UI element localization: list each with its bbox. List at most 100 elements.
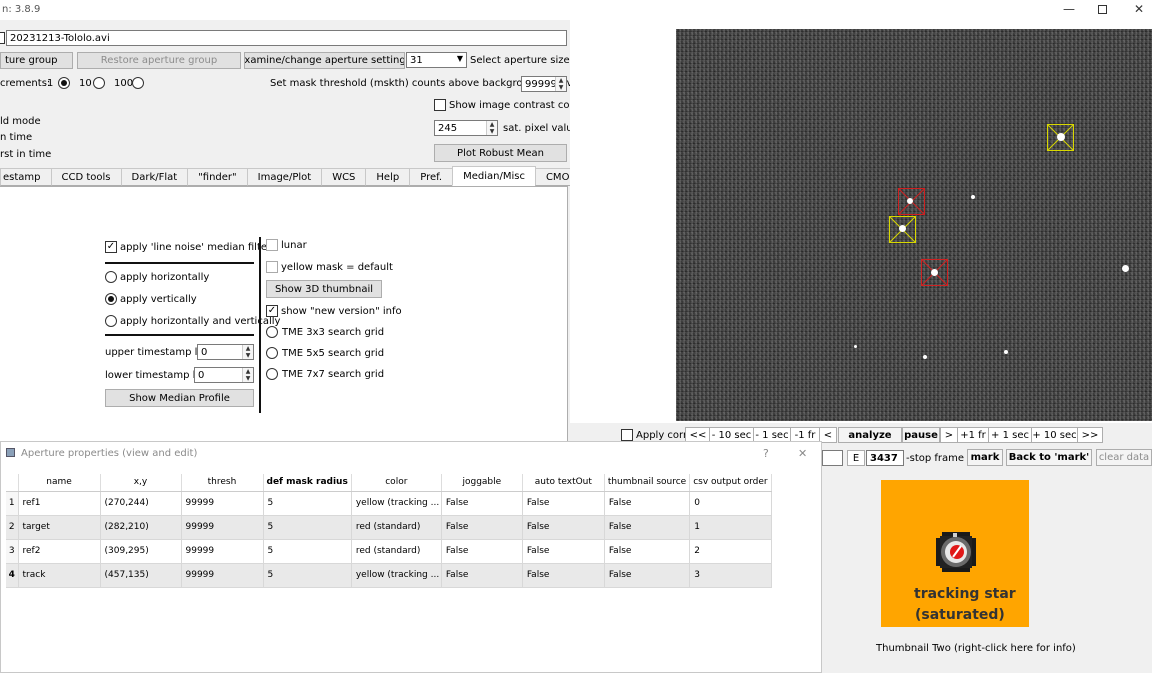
table-row[interactable]: 3 ref2 (309,295) 99999 5 red (standard) … [6, 539, 772, 564]
forward-1-frame-button[interactable]: +1 fr [957, 427, 989, 443]
analyze-button[interactable]: analyze [838, 427, 902, 443]
apply-horizontally-radio[interactable] [105, 271, 117, 283]
aperture-group-button[interactable]: ture group [0, 52, 73, 69]
increment-100-radio[interactable] [132, 77, 144, 89]
table-cell[interactable]: False [522, 515, 605, 540]
show-3d-thumbnail-button[interactable]: Show 3D thumbnail [266, 280, 382, 298]
column-header[interactable]: joggable [441, 474, 523, 492]
back-to-mark-button[interactable]: Back to 'mark' [1006, 449, 1092, 466]
row-number[interactable]: 4 [6, 563, 19, 588]
thumbnail-caption[interactable]: Thumbnail Two (right-click here for info… [876, 643, 1076, 654]
table-cell[interactable]: False [604, 491, 691, 516]
table-cell[interactable]: False [604, 563, 691, 588]
table-cell[interactable]: (457,135) [100, 563, 182, 588]
saturation-spinner[interactable]: ▲ ▼ [486, 121, 497, 135]
table-cell[interactable]: 99999 [181, 563, 264, 588]
mask-threshold-input[interactable]: 99999 ▲ ▼ [521, 76, 567, 92]
table-cell[interactable]: False [522, 539, 605, 564]
table-cell[interactable]: 5 [263, 491, 352, 516]
table-cell[interactable]: yellow (tracking ... [351, 491, 442, 516]
table-cell[interactable]: False [522, 491, 605, 516]
table-cell[interactable]: 0 [689, 491, 772, 516]
table-cell[interactable]: False [441, 491, 523, 516]
table-cell[interactable]: target [18, 515, 101, 540]
apply-both-radio[interactable] [105, 315, 117, 327]
table-cell[interactable]: False [604, 515, 691, 540]
help-icon[interactable]: ? [763, 447, 769, 460]
mask-threshold-spinner[interactable]: ▲ ▼ [555, 77, 566, 91]
column-header[interactable]: thresh [181, 474, 264, 492]
increment-1-radio[interactable] [58, 77, 70, 89]
show-median-profile-button[interactable]: Show Median Profile [105, 389, 254, 407]
column-header[interactable]: color [351, 474, 442, 492]
close-icon[interactable]: ✕ [1134, 2, 1144, 16]
star-image[interactable] [676, 29, 1152, 421]
apply-vertically-radio[interactable] [105, 293, 117, 305]
lower-timestamp-spinner[interactable]: ▲ ▼ [242, 368, 253, 382]
tme-5x5-radio[interactable] [266, 347, 278, 359]
tab-image-plot[interactable]: Image/Plot [246, 168, 323, 186]
table-cell[interactable]: 3 [689, 563, 772, 588]
table-cell[interactable]: red (standard) [351, 515, 442, 540]
minimize-icon[interactable]: — [1063, 2, 1075, 16]
table-cell[interactable]: False [604, 539, 691, 564]
restore-aperture-group-button[interactable]: Restore aperture group [77, 52, 241, 69]
table-cell[interactable]: yellow (tracking ... [351, 563, 442, 588]
column-header[interactable]: x,y [100, 474, 182, 492]
column-header[interactable]: def mask radius [263, 474, 352, 492]
line-noise-checkbox[interactable]: ✓ [105, 241, 117, 253]
thumbnail-two[interactable]: tracking star (saturated) [881, 480, 1029, 627]
file-checkbox[interactable] [0, 32, 5, 44]
table-cell[interactable]: (309,295) [100, 539, 182, 564]
table-cell[interactable]: 99999 [181, 515, 264, 540]
tab-pref[interactable]: Pref. [409, 168, 454, 186]
examine-aperture-settings-button[interactable]: Examine/change aperture settings [244, 52, 405, 69]
table-row[interactable]: 2 target (282,210) 99999 5 red (standard… [6, 515, 772, 540]
pause-button[interactable]: pause [902, 427, 940, 443]
forward-10-sec-button[interactable]: + 10 sec [1031, 427, 1078, 443]
lower-timestamp-input[interactable]: 0 ▲ ▼ [194, 367, 254, 383]
table-cell[interactable]: 5 [263, 539, 352, 564]
new-version-checkbox[interactable]: ✓ [266, 305, 278, 317]
row-number[interactable]: 3 [6, 539, 19, 564]
column-header[interactable]: auto textOut [522, 474, 605, 492]
increment-10-radio[interactable] [93, 77, 105, 89]
tab-help[interactable]: Help [365, 168, 411, 186]
clear-data-button[interactable]: clear data [1096, 449, 1152, 466]
table-cell[interactable]: red (standard) [351, 539, 442, 564]
table-row[interactable]: 4 track (457,135) 99999 5 yellow (tracki… [6, 563, 772, 588]
close-icon[interactable]: ✕ [798, 447, 807, 460]
table-cell[interactable]: 2 [689, 539, 772, 564]
upper-timestamp-spinner[interactable]: ▲ ▼ [242, 345, 253, 359]
forward-end-button[interactable]: >> [1077, 427, 1103, 443]
yellow-mask-checkbox[interactable] [266, 261, 278, 273]
table-cell[interactable]: 99999 [181, 491, 264, 516]
tab-ccd-tools[interactable]: CCD tools [50, 168, 122, 186]
tab-median-misc[interactable]: Median/Misc [452, 166, 536, 186]
table-cell[interactable]: 5 [263, 563, 352, 588]
column-header[interactable]: name [18, 474, 101, 492]
file-name-field[interactable]: 20231213-Tololo.avi [6, 30, 567, 46]
saturation-input[interactable]: 245 ▲ ▼ [434, 120, 498, 136]
tab-timestamp[interactable]: estamp [0, 168, 52, 186]
tme-3x3-radio[interactable] [266, 326, 278, 338]
column-header[interactable]: csv output order [689, 474, 772, 492]
row-number[interactable]: 1 [6, 491, 19, 516]
table-cell[interactable]: (270,244) [100, 491, 182, 516]
aperture-size-select[interactable]: 31 ▼ [406, 52, 467, 68]
mark-button[interactable]: mark [967, 449, 1003, 466]
table-cell[interactable]: ref1 [18, 491, 101, 516]
tab-dark-flat[interactable]: Dark/Flat [120, 168, 189, 186]
table-row[interactable]: 1 ref1 (270,244) 99999 5 yellow (trackin… [6, 491, 772, 516]
table-cell[interactable]: ref2 [18, 539, 101, 564]
e-button[interactable]: E [847, 450, 865, 466]
upper-timestamp-input[interactable]: 0 ▲ ▼ [197, 344, 254, 360]
table-cell[interactable]: False [441, 563, 523, 588]
table-cell[interactable]: False [522, 563, 605, 588]
apply-corr-checkbox[interactable] [621, 429, 633, 441]
table-cell[interactable]: False [441, 539, 523, 564]
plot-robust-mean-button[interactable]: Plot Robust Mean [434, 144, 567, 162]
row-number[interactable]: 2 [6, 515, 19, 540]
step-forward-button[interactable]: > [940, 427, 958, 443]
table-cell[interactable]: 1 [689, 515, 772, 540]
